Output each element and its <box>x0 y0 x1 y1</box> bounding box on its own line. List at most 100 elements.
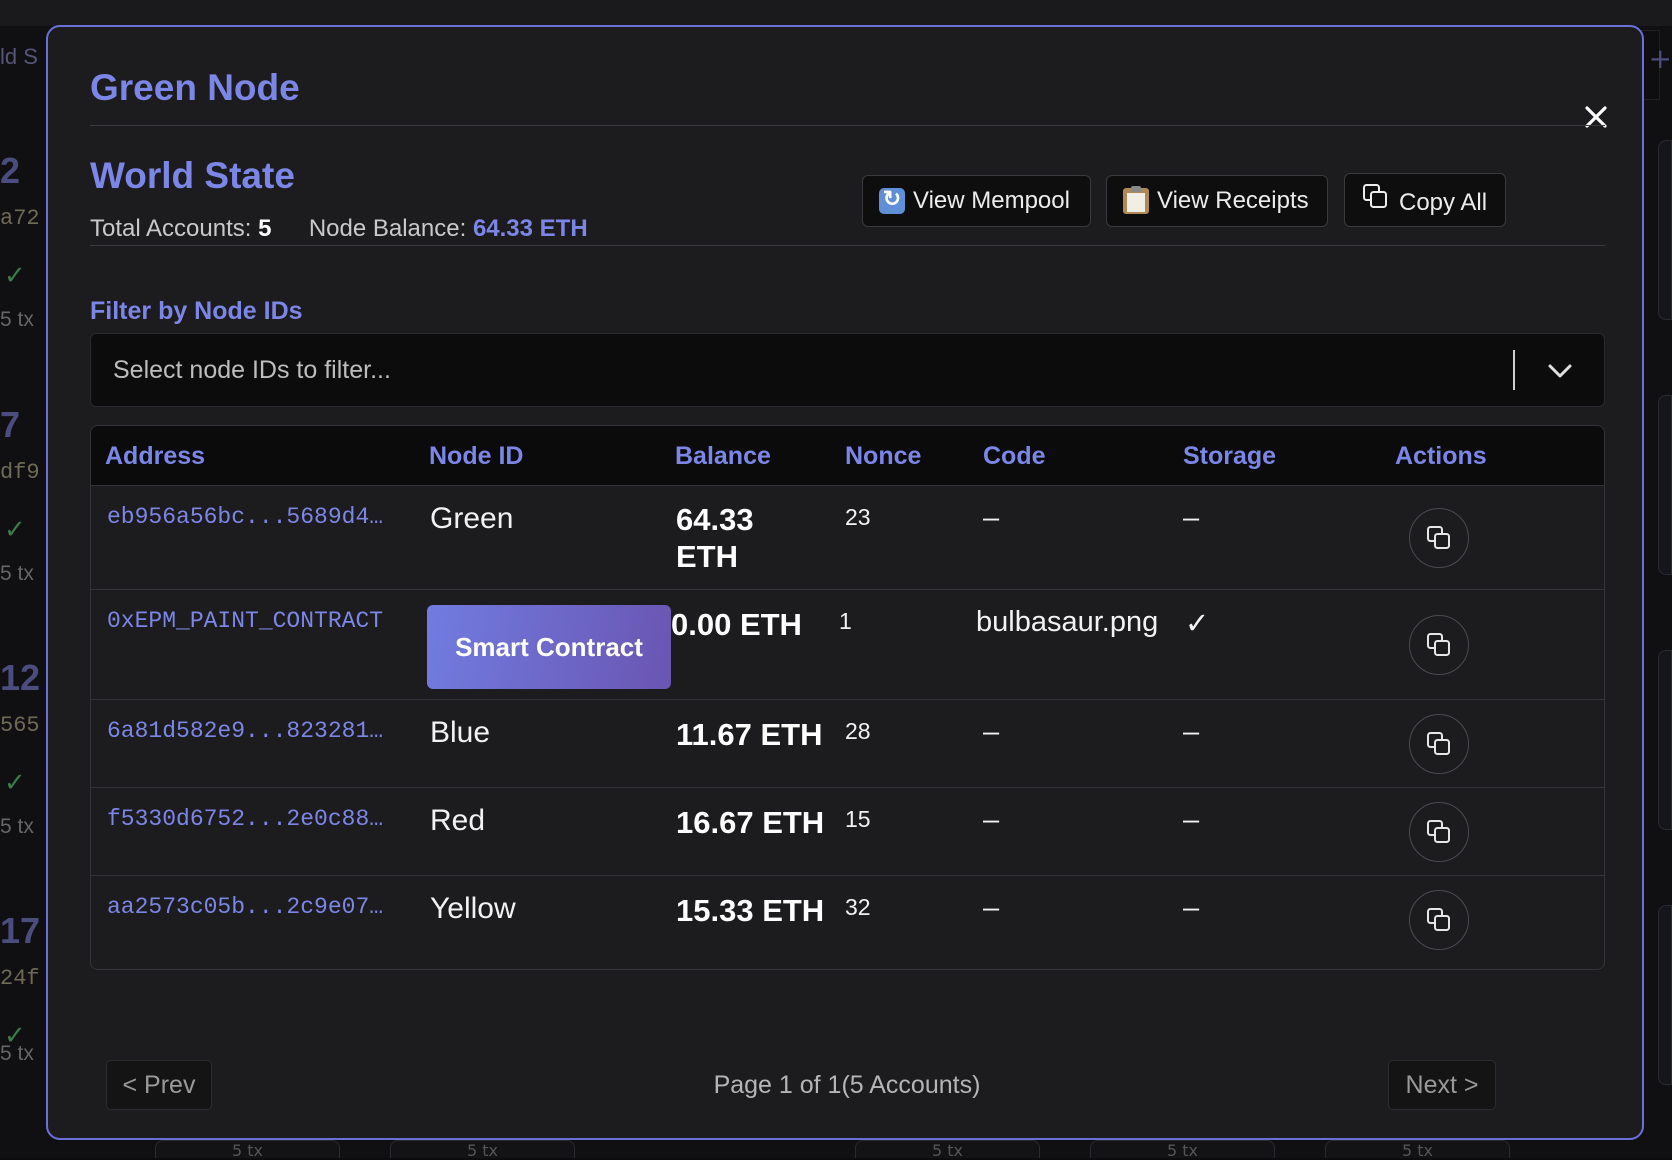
column-header-code: Code <box>983 442 1046 471</box>
node-details-modal: Green Node World State Total Accounts: 5… <box>46 25 1644 1140</box>
table-row: f5330d6752...2e0c88… Red 16.67 ETH 15 – … <box>91 788 1604 876</box>
node-id-cell: Red <box>430 804 485 838</box>
background-tx-pill: 5 tx <box>1325 1140 1510 1158</box>
block-tx-count: 5 tx <box>0 815 34 839</box>
copy-icon <box>1424 817 1454 847</box>
balance-cell: 11.67 ETH <box>676 716 822 753</box>
plus-icon: + <box>1649 42 1672 75</box>
balance-cell: 15.33 ETH <box>676 892 824 929</box>
block-tx-count: 5 tx <box>0 1042 34 1066</box>
copy-icon <box>1424 523 1454 553</box>
copy-all-label: Copy All <box>1399 189 1487 217</box>
column-header-address: Address <box>105 442 205 471</box>
copy-row-button[interactable] <box>1409 802 1469 862</box>
address-link[interactable]: 6a81d582e9...823281… <box>107 718 419 744</box>
background-tx-pill: 5 tx <box>390 1140 575 1158</box>
total-accounts-label: Total Accounts: <box>90 215 251 242</box>
copy-row-button[interactable] <box>1409 508 1469 568</box>
code-cell: – <box>983 804 999 837</box>
section-divider <box>90 245 1605 246</box>
filter-label: Filter by Node IDs <box>90 297 303 326</box>
background-block-card: 7 df9 ✓ 5 tx <box>0 404 48 634</box>
background-tx-pill: 5 tx <box>155 1140 340 1158</box>
close-button[interactable] <box>1578 99 1614 135</box>
node-balance-label: Node Balance: <box>309 215 466 242</box>
nonce-cell: 32 <box>845 894 871 921</box>
column-header-balance: Balance <box>675 442 771 471</box>
background-card-edge <box>1658 650 1672 830</box>
table-row: aa2573c05b...2c9e07… Yellow 15.33 ETH 32… <box>91 876 1604 970</box>
background-block-card: 2 a72 ✓ 5 tx <box>0 150 48 380</box>
column-header-node-id: Node ID <box>429 442 523 471</box>
next-page-button[interactable]: Next > <box>1388 1060 1496 1110</box>
view-mempool-button[interactable]: View Mempool <box>862 175 1091 227</box>
address-link[interactable]: aa2573c05b...2c9e07… <box>107 894 419 920</box>
table-row: 0xEPM_PAINT_CONTRACT Smart Contract 0.00… <box>91 590 1604 700</box>
storage-cell: – <box>1183 892 1199 925</box>
column-header-actions: Actions <box>1395 442 1487 471</box>
filter-placeholder: Select node IDs to filter... <box>113 356 391 385</box>
refresh-icon <box>879 188 905 214</box>
balance-cell: 64.33 ETH <box>676 501 776 575</box>
address-link[interactable]: eb956a56bc...5689d4… <box>107 504 419 530</box>
code-cell: bulbasaur.png <box>976 606 1158 639</box>
background-block-card: 12 565 ✓ 5 tx <box>0 657 48 887</box>
balance-cell: 16.67 ETH <box>676 804 824 841</box>
check-icon: ✓ <box>4 767 26 798</box>
node-id-cell: Blue <box>430 716 490 750</box>
storage-cell: – <box>1183 716 1199 749</box>
block-tx-count: 5 tx <box>0 308 34 332</box>
check-icon: ✓ <box>4 514 26 545</box>
block-number: 2 <box>0 150 20 192</box>
background-tx-pill: 5 tx <box>855 1140 1040 1158</box>
section-title: World State <box>90 155 295 197</box>
nonce-cell: 28 <box>845 718 871 745</box>
code-cell: – <box>983 502 999 535</box>
copy-icon <box>1424 905 1454 935</box>
block-number: 12 <box>0 657 40 699</box>
block-tx-count: 5 tx <box>0 562 34 586</box>
background-tx-pill: 5 tx <box>1090 1140 1275 1158</box>
node-balance-value: 64.33 ETH <box>473 215 588 242</box>
close-icon <box>1578 99 1614 135</box>
app-top-bar <box>0 0 1672 26</box>
block-hash: 24f <box>0 966 40 991</box>
copy-icon <box>1361 182 1391 219</box>
modal-title: Green Node <box>90 67 300 109</box>
nonce-cell: 15 <box>845 806 871 833</box>
table-row: eb956a56bc...5689d4… Green 64.33 ETH 23 … <box>91 486 1604 590</box>
address-link[interactable]: f5330d6752...2e0c88… <box>107 806 419 832</box>
copy-icon <box>1424 630 1454 660</box>
column-header-nonce: Nonce <box>845 442 921 471</box>
address-link[interactable]: 0xEPM_PAINT_CONTRACT <box>107 608 419 634</box>
block-hash: 565 <box>0 713 40 738</box>
node-id-filter-select[interactable]: Select node IDs to filter... <box>90 333 1605 407</box>
total-accounts-value: 5 <box>258 215 271 242</box>
storage-cell: – <box>1183 804 1199 837</box>
copy-row-button[interactable] <box>1409 890 1469 950</box>
node-id-cell: Green <box>430 502 513 536</box>
block-hash: a72 <box>0 206 40 231</box>
code-cell: – <box>983 892 999 925</box>
chevron-down-icon[interactable] <box>1545 356 1575 386</box>
world-state-stats: Total Accounts: 5 Node Balance: 64.33 ET… <box>90 215 588 243</box>
accounts-table: Address Node ID Balance Nonce Code Stora… <box>90 425 1605 970</box>
clipboard-icon <box>1123 188 1149 214</box>
storage-cell: – <box>1183 502 1199 535</box>
table-header: Address Node ID Balance Nonce Code Stora… <box>91 426 1604 486</box>
block-number: 7 <box>0 404 20 446</box>
block-number: 17 <box>0 910 40 952</box>
copy-icon <box>1424 729 1454 759</box>
table-row: 6a81d582e9...823281… Blue 11.67 ETH 28 –… <box>91 700 1604 788</box>
nonce-cell: 23 <box>845 504 871 531</box>
background-card-edge <box>1658 905 1672 1085</box>
copy-row-button[interactable] <box>1409 615 1469 675</box>
check-icon: ✓ <box>4 260 26 291</box>
block-hash: df9 <box>0 460 40 485</box>
copy-row-button[interactable] <box>1409 714 1469 774</box>
header-divider <box>90 125 1605 126</box>
view-receipts-button[interactable]: View Receipts <box>1106 175 1328 227</box>
background-block-card: 17 24f ✓ 5 tx <box>0 910 48 1140</box>
copy-all-button[interactable]: Copy All <box>1344 173 1506 227</box>
nonce-cell: 1 <box>839 608 852 635</box>
